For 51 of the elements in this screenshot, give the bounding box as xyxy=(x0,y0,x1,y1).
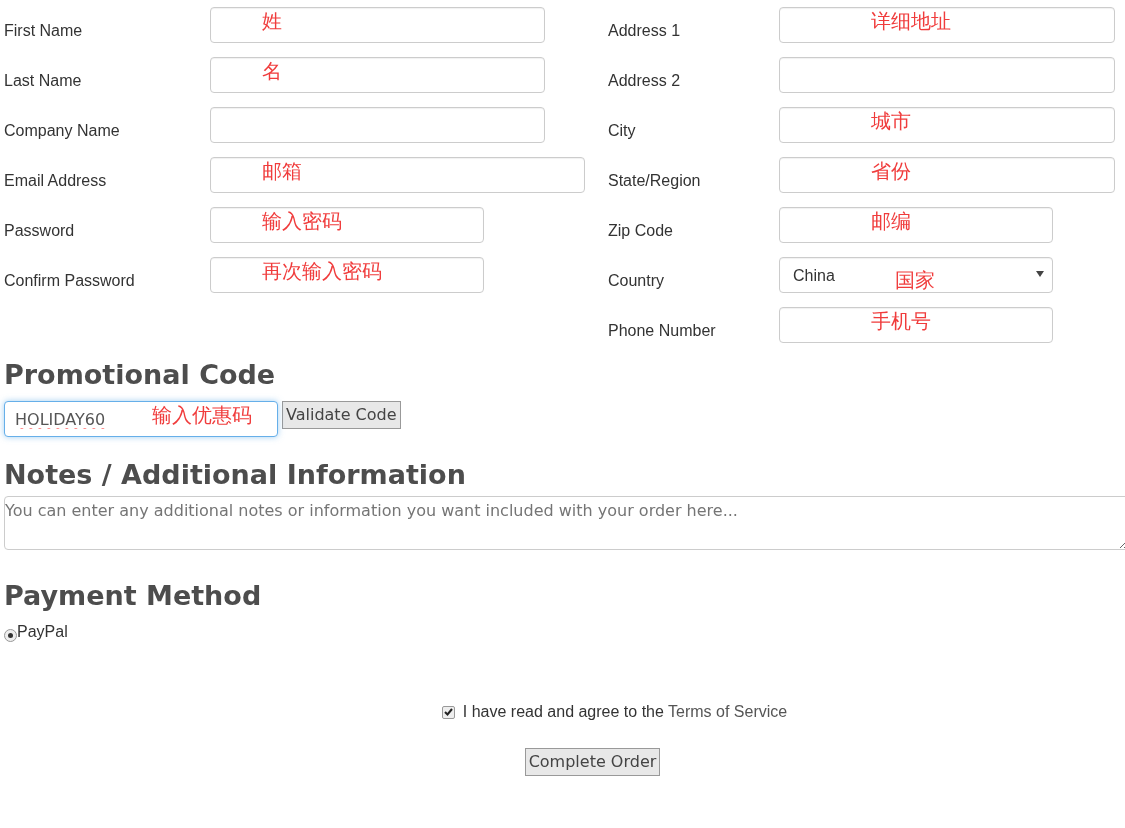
annotation-text: 邮编 xyxy=(871,209,911,233)
annotation-text: 详细地址 xyxy=(871,9,951,33)
text-field[interactable] xyxy=(210,257,484,293)
annotation-text: 城市 xyxy=(871,109,911,133)
section-heading: Notes / Additional Information xyxy=(4,459,467,492)
country-select[interactable]: China 国家 xyxy=(779,257,1053,293)
field-label: Confirm Password xyxy=(4,271,136,291)
text-field[interactable] xyxy=(210,157,585,193)
section-heading: Payment Method xyxy=(4,579,263,613)
field-label: Phone Number xyxy=(608,321,717,341)
payment-option-label: PayPal xyxy=(17,622,68,643)
validate-code-button[interactable]: Validate Code xyxy=(282,401,401,430)
text-field[interactable] xyxy=(779,157,1115,193)
field-label: Country xyxy=(608,271,666,291)
annotation-text: 名 xyxy=(262,59,282,83)
annotation-text: 输入优惠码 xyxy=(152,403,252,428)
terms-link[interactable]: Terms of Service xyxy=(668,703,788,721)
checkbox[interactable] xyxy=(441,705,455,719)
text-field[interactable] xyxy=(779,57,1115,93)
field-label: Last Name xyxy=(4,71,83,91)
field-label: Address 1 xyxy=(608,21,682,41)
field-label: Company Name xyxy=(4,121,121,141)
text-field[interactable] xyxy=(210,207,484,243)
field-label: First Name xyxy=(4,21,84,41)
section-heading: Promotional Code xyxy=(4,359,277,392)
text-field[interactable] xyxy=(210,107,545,143)
annotation-text: 手机号 xyxy=(871,309,931,333)
annotation-text: 国家 xyxy=(895,268,935,292)
text-field[interactable] xyxy=(779,7,1115,43)
complete-order-button[interactable]: Complete Order xyxy=(524,748,661,777)
field-label: City xyxy=(608,121,637,141)
annotation-text: 邮箱 xyxy=(262,159,302,183)
field-label: Password xyxy=(4,221,76,241)
field-label: Zip Code xyxy=(608,221,674,241)
text-field[interactable] xyxy=(779,307,1053,343)
annotation-text: 输入密码 xyxy=(262,209,342,233)
annotation-text: 省份 xyxy=(871,159,911,183)
radio-button[interactable] xyxy=(4,628,17,642)
text-field[interactable] xyxy=(210,57,545,93)
terms-agreement-text: I have read and agree to the Terms of Service xyxy=(462,702,788,723)
notes-field[interactable]: You can enter any additional notes or information you want included with your order here... xyxy=(4,495,1125,550)
caret-icon xyxy=(1036,271,1044,277)
field-label: Address 2 xyxy=(608,71,682,91)
field-label: Email Address xyxy=(4,171,108,191)
annotation-text: 姓 xyxy=(262,9,282,33)
text-field[interactable] xyxy=(779,207,1053,243)
checkmark-icon xyxy=(443,708,453,717)
text-field[interactable] xyxy=(210,7,545,43)
text-field[interactable] xyxy=(779,107,1115,143)
field-label: State/Region xyxy=(608,171,702,191)
annotation-text: 再次输入密码 xyxy=(262,259,382,283)
